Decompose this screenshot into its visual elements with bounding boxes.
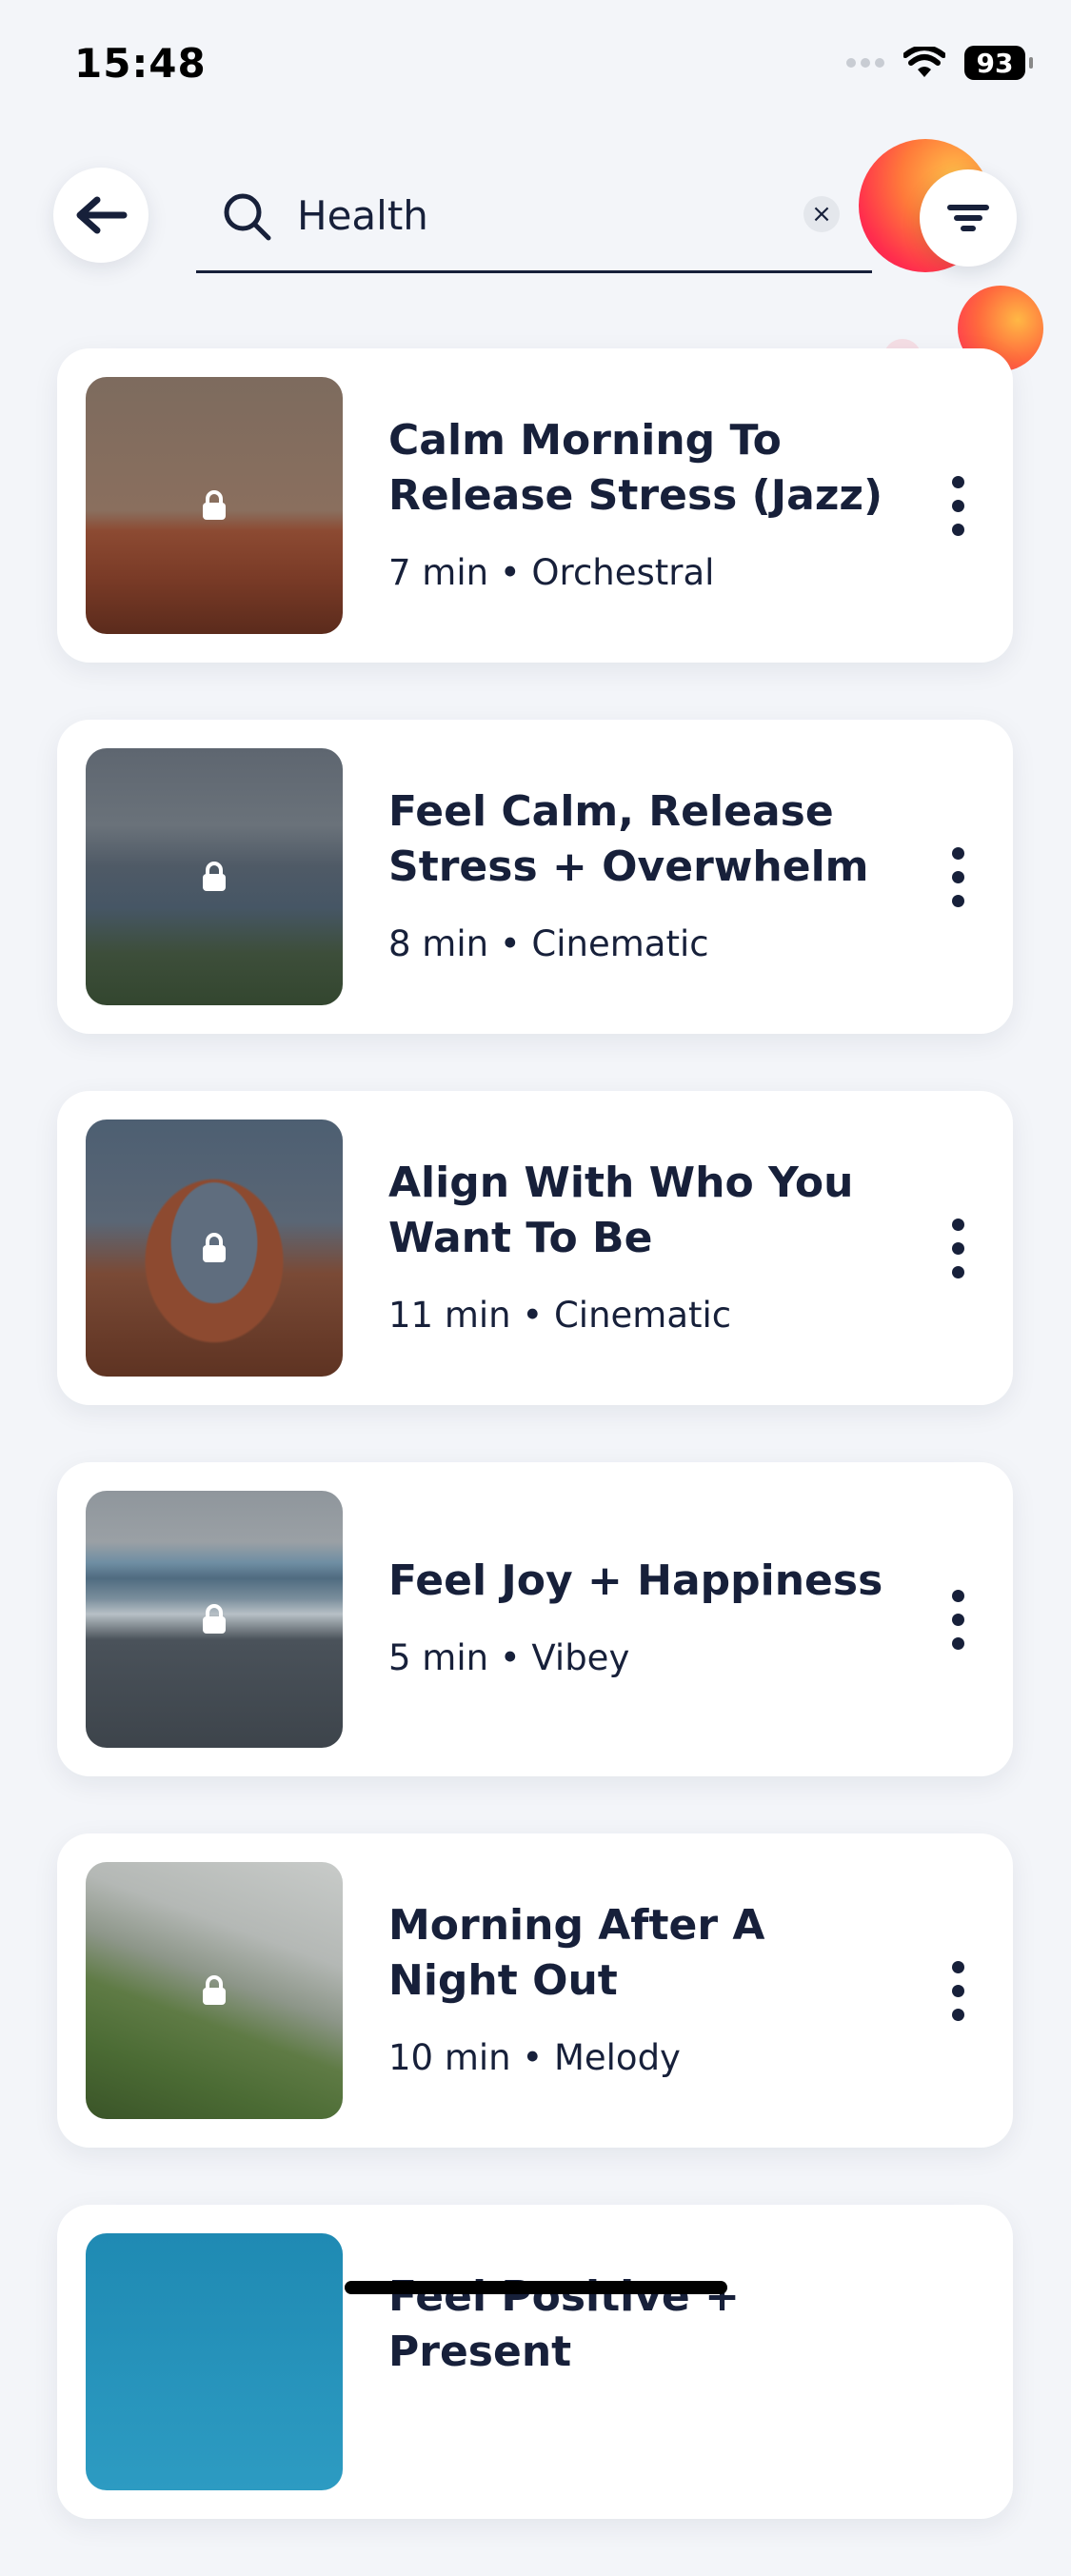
- track-title: Morning After A Night Out: [388, 1901, 765, 2005]
- track-card[interactable]: Feel Joy + Happiness 5 min • Vibey: [57, 1462, 1013, 1776]
- track-thumbnail-desert: [86, 377, 343, 634]
- filter-button[interactable]: [920, 169, 1017, 267]
- track-meta: 11 min • Cinematic: [388, 1295, 732, 1336]
- more-options-button[interactable]: [939, 463, 977, 548]
- more-options-button[interactable]: [939, 1948, 977, 2033]
- track-title: Align With Who You Want To Be: [388, 1159, 854, 1262]
- track-card[interactable]: Feel Positive + Present: [57, 2205, 1013, 2519]
- track-title: Feel Calm, Release Stress + Overwhelm: [388, 787, 869, 891]
- search-bar: ×: [196, 168, 872, 273]
- close-icon: ×: [811, 200, 832, 228]
- home-indicator[interactable]: [345, 2281, 727, 2294]
- track-thumbnail-coast: [86, 748, 343, 1005]
- battery-indicator: 93: [964, 46, 1033, 80]
- track-card[interactable]: Align With Who You Want To Be 11 min • C…: [57, 1091, 1013, 1405]
- track-thumbnail-beach: [86, 1491, 343, 1748]
- track-meta: 10 min • Melody: [388, 2037, 681, 2078]
- track-meta: 7 min • Orchestral: [388, 552, 715, 593]
- back-button[interactable]: [53, 168, 149, 263]
- back-arrow-icon: [76, 196, 128, 234]
- more-options-button[interactable]: [939, 834, 977, 920]
- track-meta: 5 min • Vibey: [388, 1637, 630, 1678]
- track-thumbnail-arch: [86, 1120, 343, 1377]
- more-options-button[interactable]: [939, 1576, 977, 1662]
- track-thumbnail-cliff: [86, 1862, 343, 2119]
- filter-icon: [947, 205, 989, 231]
- signal-icon: [846, 58, 884, 68]
- search-icon: [224, 193, 271, 241]
- lock-icon: [203, 1604, 226, 1634]
- lock-icon: [203, 1975, 226, 2005]
- status-indicators: 93: [846, 46, 1033, 80]
- clear-search-button[interactable]: ×: [803, 196, 840, 232]
- wifi-icon: [903, 47, 945, 77]
- track-card[interactable]: Feel Calm, Release Stress + Overwhelm 8 …: [57, 720, 1013, 1034]
- results-list: Calm Morning To Release Stress (Jazz) 7 …: [57, 348, 1013, 2576]
- more-options-button[interactable]: [939, 1205, 977, 1291]
- track-card[interactable]: Calm Morning To Release Stress (Jazz) 7 …: [57, 348, 1013, 663]
- lock-icon: [203, 490, 226, 520]
- lock-icon: [203, 862, 226, 891]
- track-thumbnail-sky: [86, 2233, 343, 2490]
- track-title: Feel Joy + Happiness: [388, 1556, 883, 1605]
- status-time: 15:48: [74, 40, 207, 87]
- track-title: Calm Morning To Release Stress (Jazz): [388, 416, 883, 520]
- search-input[interactable]: [297, 185, 754, 246]
- track-card[interactable]: Morning After A Night Out 10 min • Melod…: [57, 1833, 1013, 2148]
- lock-icon: [203, 1233, 226, 1262]
- track-meta: 8 min • Cinematic: [388, 923, 709, 964]
